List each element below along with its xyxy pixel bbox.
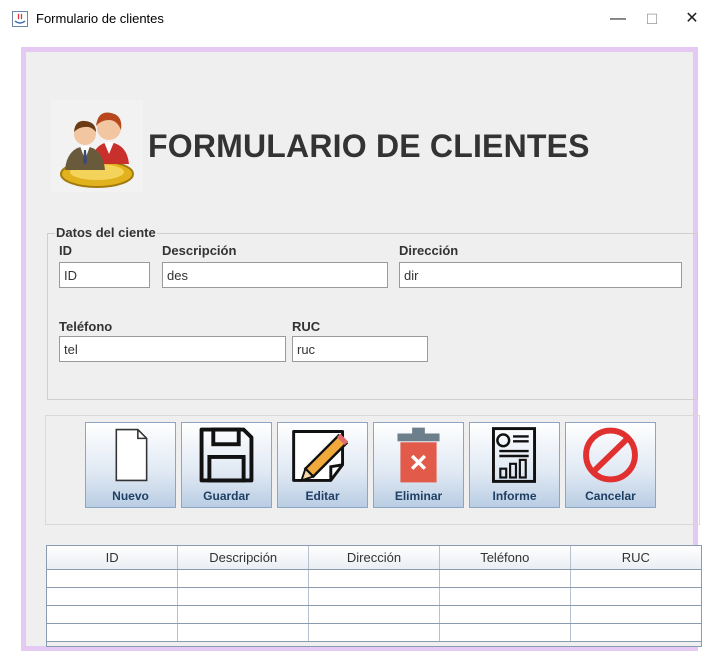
column-header-ruc[interactable]: RUC [570, 546, 701, 570]
guardar-button-label: Guardar [203, 489, 250, 503]
clients-table-grid: ID Descripción Dirección Teléfono RUC [47, 546, 701, 642]
nuevo-button-label: Nuevo [112, 489, 149, 503]
report-chart-icon [492, 427, 537, 483]
ruc-input[interactable] [292, 336, 428, 362]
column-header-direccion[interactable]: Dirección [308, 546, 440, 570]
descripcion-label: Descripción [162, 243, 237, 258]
maximize-button[interactable]: ☐ [637, 8, 667, 30]
eliminar-button[interactable]: Eliminar [373, 422, 464, 508]
telefono-label: Teléfono [59, 319, 113, 334]
eliminar-button-label: Eliminar [394, 489, 443, 503]
edit-pencil-icon [292, 430, 349, 482]
cancelar-button[interactable]: Cancelar [565, 422, 656, 508]
table-header-row: ID Descripción Dirección Teléfono RUC [47, 546, 701, 570]
save-floppy-icon [199, 427, 254, 483]
guardar-button[interactable]: Guardar [181, 422, 272, 508]
nuevo-button[interactable]: Nuevo [85, 422, 176, 508]
id-label: ID [59, 243, 72, 258]
cancelar-button-label: Cancelar [585, 489, 636, 503]
editar-button[interactable]: Editar [277, 422, 368, 508]
column-header-telefono[interactable]: Teléfono [439, 546, 571, 570]
clients-table[interactable]: ID Descripción Dirección Teléfono RUC [46, 545, 702, 647]
content-panel: FORMULARIO DE CLIENTES Datos del ciente … [21, 47, 702, 651]
minimize-button[interactable]: — [603, 8, 633, 30]
new-document-icon [115, 428, 148, 482]
direccion-label: Dirección [399, 243, 459, 258]
informe-button-label: Informe [492, 489, 537, 503]
table-row[interactable] [47, 569, 701, 588]
ruc-label: RUC [292, 319, 321, 334]
cancel-prohibited-icon [583, 427, 638, 483]
id-input[interactable] [59, 262, 150, 288]
table-row[interactable] [47, 623, 701, 642]
descripcion-input[interactable] [162, 262, 388, 288]
window-title: Formulario de clientes [36, 11, 164, 26]
column-header-id[interactable]: ID [47, 546, 179, 570]
trash-delete-icon [397, 427, 440, 483]
editar-button-label: Editar [305, 489, 340, 503]
direccion-input[interactable] [399, 262, 682, 288]
column-header-descripcion[interactable]: Descripción [177, 546, 310, 570]
window-content: FORMULARIO DE CLIENTES Datos del ciente … [17, 43, 702, 655]
informe-button[interactable]: Informe [469, 422, 560, 508]
page-title: FORMULARIO DE CLIENTES [148, 128, 590, 164]
telefono-input[interactable] [59, 336, 286, 362]
table-row[interactable] [47, 587, 701, 606]
clients-logo-icon [51, 100, 143, 192]
client-data-group [47, 233, 698, 400]
table-row[interactable] [47, 605, 701, 624]
close-button[interactable]: ✕ [677, 8, 707, 30]
title-bar: Formulario de clientes — ☐ ✕ [0, 0, 713, 38]
java-app-icon [12, 11, 28, 27]
client-data-group-label: Datos del ciente [55, 225, 157, 240]
